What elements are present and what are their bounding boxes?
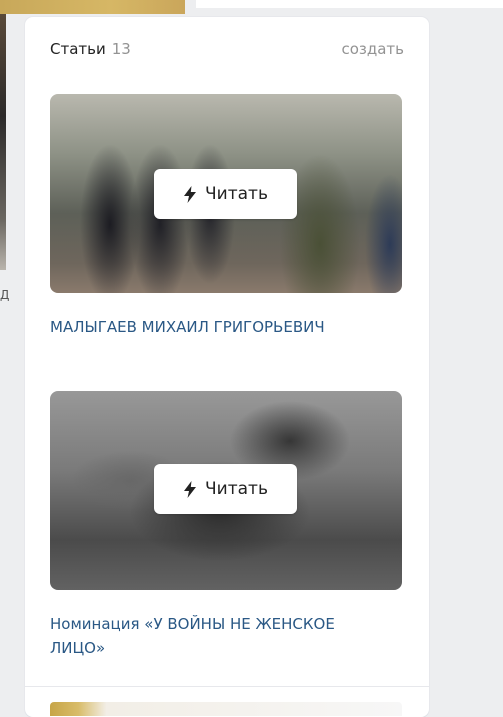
articles-title-text: Статьи: [50, 40, 106, 58]
article-thumbnail[interactable]: Читать: [50, 391, 402, 590]
read-button[interactable]: Читать: [154, 169, 297, 219]
lightning-bolt-icon: [184, 480, 197, 498]
articles-title[interactable]: Статьи 13: [50, 40, 131, 58]
article-item: Читать МАЛЫГАЕВ МИХАИЛ ГРИГОРЬЕВИЧ: [50, 94, 402, 339]
articles-header: Статьи 13 создать: [50, 40, 404, 64]
left-profile-photo[interactable]: [0, 14, 6, 270]
article-thumbnail[interactable]: Читать: [50, 94, 402, 293]
left-cover-photo[interactable]: [0, 0, 185, 14]
articles-count: 13: [111, 40, 131, 58]
articles-card: Статьи 13 создать Читать МАЛЫГАЕВ МИХАИЛ …: [25, 17, 429, 717]
article-item: Читать Номинация «У ВОЙНЫ НЕ ЖЕНСКОЕ ЛИЦ…: [50, 391, 402, 660]
next-block-preview: [50, 702, 402, 716]
read-button-label: Читать: [205, 479, 268, 499]
article-title-link[interactable]: МАЛЫГАЕВ МИХАИЛ ГРИГОРЬЕВИЧ: [50, 315, 350, 339]
read-button[interactable]: Читать: [154, 464, 297, 514]
lightning-bolt-icon: [184, 185, 197, 203]
left-cut-text: Д: [0, 288, 10, 302]
create-article-link[interactable]: создать: [341, 40, 404, 58]
top-strip: [196, 0, 503, 8]
article-title-link[interactable]: Номинация «У ВОЙНЫ НЕ ЖЕНСКОЕ ЛИЦО»: [50, 612, 350, 660]
read-button-label: Читать: [205, 184, 268, 204]
divider: [25, 686, 429, 687]
